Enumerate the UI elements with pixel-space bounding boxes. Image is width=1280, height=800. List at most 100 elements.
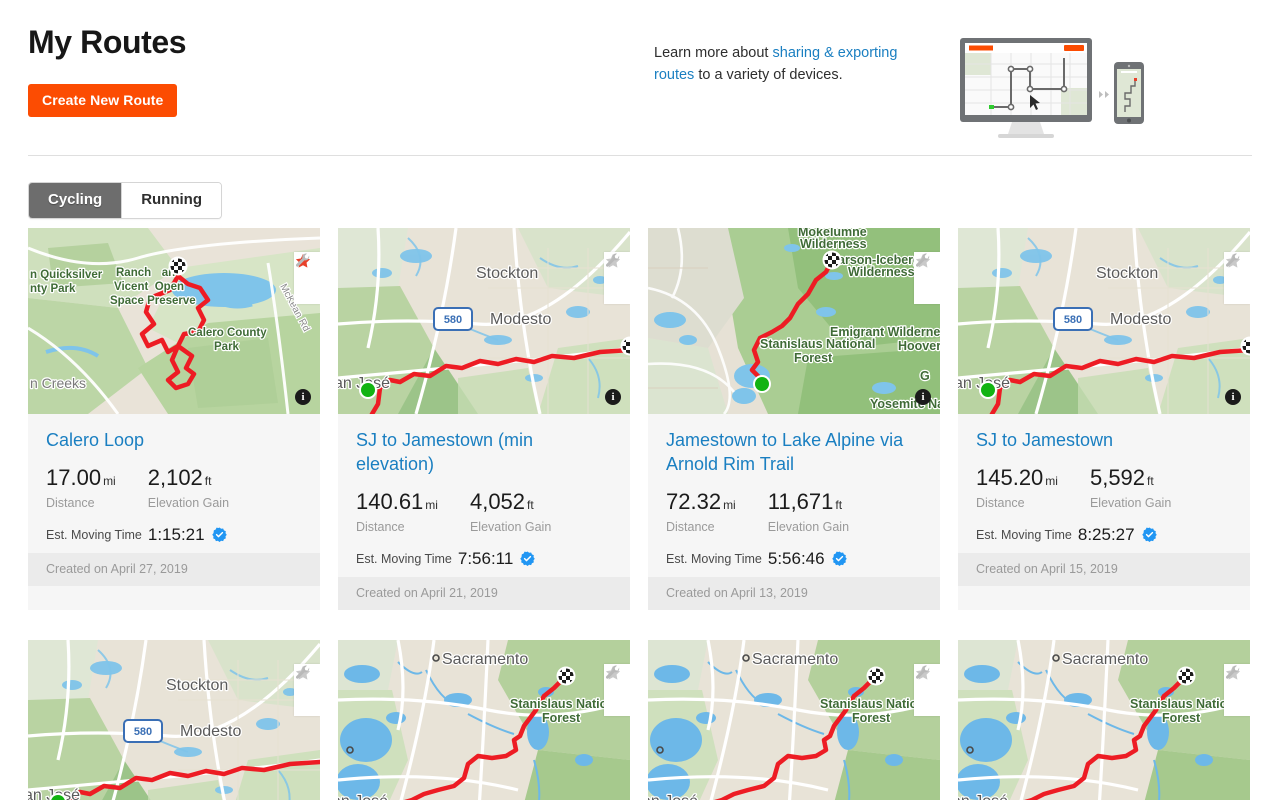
tab-running[interactable]: Running	[121, 183, 222, 218]
route-map-thumbnail[interactable]: Mokelumne Wilderness arson-Iceberg Wilderne…	[648, 228, 940, 414]
wrench-icon[interactable]	[1225, 253, 1246, 300]
route-map-thumbnail[interactable]: SacramentoStanislaus NationaForestan Jos…	[958, 640, 1250, 800]
verified-badge-icon	[1141, 527, 1157, 542]
map-actions	[1224, 252, 1250, 304]
stat-distance: 140.61 mi Distance	[356, 489, 438, 535]
distance-value: 140.61 mi	[356, 489, 438, 514]
route-created-date: Created on April 27, 2019	[28, 553, 320, 586]
route-card: StocktonModestoan José 580 i SJ to J	[338, 228, 630, 610]
route-map-thumbnail[interactable]: Ranch an Vicent Open Space Preserve n Quick…	[28, 228, 320, 414]
elevation-gain-label: Elevation Gain	[469, 520, 552, 534]
verified-badge-icon	[831, 551, 847, 566]
route-card-body: SJ to Jamestown (min elevation) 140.61 mi…	[338, 414, 630, 577]
elevation-gain-label: Elevation Gain	[767, 520, 850, 534]
est-moving-time: Est. Moving Time 7:56:11	[356, 550, 612, 567]
route-stats: 145.20 mi Distance 5,592 ft Elevation Gain	[976, 465, 1232, 511]
wrench-icon[interactable]	[915, 665, 936, 712]
est-moving-time-label: Est. Moving Time	[46, 527, 142, 542]
map-info-icon[interactable]: i	[1225, 389, 1241, 405]
route-map-thumbnail[interactable]: SacramentoStanislaus NationaForestan Jos…	[338, 640, 630, 800]
elevation-gain-label: Elevation Gain	[147, 496, 230, 510]
est-moving-time-label: Est. Moving Time	[976, 527, 1072, 542]
map-info-icon[interactable]: i	[605, 389, 621, 405]
route-card: SacramentoStanislaus NationaForestan Jos…	[648, 640, 940, 800]
wrench-icon[interactable]	[1225, 665, 1246, 712]
wrench-icon[interactable]	[605, 253, 626, 300]
route-card-body: SJ to Jamestown 145.20 mi Distance 5,592 f…	[958, 414, 1250, 553]
route-created-date: Created on April 21, 2019	[338, 577, 630, 610]
route-created-date: Created on April 15, 2019	[958, 553, 1250, 586]
est-moving-time-value: 1:15:21	[147, 525, 205, 544]
distance-label: Distance	[976, 496, 1025, 510]
route-name-link[interactable]: Calero Loop	[46, 428, 302, 452]
route-name-link[interactable]: SJ to Jamestown (min elevation)	[356, 428, 612, 476]
route-stats: 17.00 mi Distance 2,102 ft Elevation Gain	[46, 465, 302, 511]
activity-type-tabs: Cycling Running	[28, 182, 223, 219]
distance-label: Distance	[666, 520, 715, 534]
stat-elevation-gain: 4,052 ft Elevation Gain	[469, 489, 552, 535]
est-moving-time-value: 5:56:46	[767, 549, 825, 568]
est-moving-time: Est. Moving Time 5:56:46	[666, 550, 922, 567]
elevation-gain-label: Elevation Gain	[1089, 496, 1172, 510]
page-title: My Routes	[28, 24, 187, 60]
route-stats: 72.32 mi Distance 11,671 ft Elevation Gain	[666, 489, 922, 535]
est-moving-time: Est. Moving Time 1:15:21	[46, 526, 302, 543]
distance-label: Distance	[356, 520, 405, 534]
route-map-thumbnail[interactable]: SacramentoStanislaus NationaForestan Jos…	[648, 640, 940, 800]
stat-elevation-gain: 5,592 ft Elevation Gain	[1089, 465, 1172, 511]
routes-grid: Ranch an Vicent Open Space Preserve n Quick…	[28, 228, 1252, 800]
map-actions	[604, 252, 630, 304]
distance-value: 145.20 mi	[976, 465, 1058, 490]
route-name-link[interactable]: SJ to Jamestown	[976, 428, 1232, 452]
create-new-route-button[interactable]: Create New Route	[28, 84, 178, 117]
verified-badge-icon	[520, 551, 536, 566]
map-actions	[604, 664, 630, 716]
map-info-icon[interactable]: i	[915, 389, 931, 405]
route-map-thumbnail[interactable]: StocktonModestoan José 580 i	[28, 640, 320, 800]
learn-more-prefix: Learn more about	[654, 45, 773, 61]
stat-distance: 145.20 mi Distance	[976, 465, 1058, 511]
stat-distance: 17.00 mi Distance	[46, 465, 116, 511]
elevation-value: 2,102 ft	[147, 465, 212, 490]
wrench-icon[interactable]	[295, 665, 316, 712]
wrench-icon[interactable]	[295, 253, 316, 300]
stat-distance: 72.32 mi Distance	[666, 489, 736, 535]
map-actions	[294, 252, 320, 304]
est-moving-time-label: Est. Moving Time	[666, 551, 762, 566]
tab-cycling[interactable]: Cycling	[29, 183, 122, 218]
est-moving-time-value: 7:56:11	[457, 549, 514, 568]
route-name-link[interactable]: Jamestown to Lake Alpine via Arnold Rim …	[666, 428, 922, 476]
elevation-value: 5,592 ft	[1089, 465, 1154, 490]
route-sync-illustration	[958, 36, 1158, 142]
route-card: StocktonModestoan José 580 i	[28, 640, 320, 800]
verified-badge-icon	[211, 527, 227, 542]
route-card: Ranch an Vicent Open Space Preserve n Quick…	[28, 228, 320, 610]
distance-label: Distance	[46, 496, 95, 510]
map-actions	[1224, 664, 1250, 716]
stat-elevation-gain: 11,671 ft Elevation Gain	[767, 489, 850, 535]
header-divider	[28, 155, 1252, 156]
route-stats: 140.61 mi Distance 4,052 ft Elevation Gain	[356, 489, 612, 535]
map-actions	[294, 664, 320, 716]
distance-value: 72.32 mi	[666, 489, 736, 514]
wrench-icon[interactable]	[915, 253, 936, 300]
elevation-value: 11,671 ft	[767, 489, 843, 514]
est-moving-time-label: Est. Moving Time	[356, 551, 452, 566]
distance-value: 17.00 mi	[46, 465, 116, 490]
elevation-value: 4,052 ft	[469, 489, 534, 514]
route-card-body: Jamestown to Lake Alpine via Arnold Rim …	[648, 414, 940, 577]
map-info-icon[interactable]: i	[295, 389, 311, 405]
route-card: SacramentoStanislaus NationaForestan Jos…	[338, 640, 630, 800]
route-card: SacramentoStanislaus NationaForestan Jos…	[958, 640, 1250, 800]
route-map-thumbnail[interactable]: StocktonModestoan José 580 i	[958, 228, 1250, 414]
stat-elevation-gain: 2,102 ft Elevation Gain	[147, 465, 230, 511]
learn-more-text: Learn more about sharing & exporting rou…	[654, 42, 904, 86]
wrench-icon[interactable]	[605, 665, 626, 712]
map-actions	[914, 664, 940, 716]
my-routes-page: My Routes Create New Route Learn more ab…	[0, 0, 1280, 800]
page-header: My Routes Create New Route Learn more ab…	[0, 0, 1280, 156]
route-map-thumbnail[interactable]: StocktonModestoan José 580 i	[338, 228, 630, 414]
route-card: Mokelumne Wilderness arson-Iceberg Wilderne…	[648, 228, 940, 610]
route-created-date: Created on April 13, 2019	[648, 577, 940, 610]
route-card: StocktonModestoan José 580 i SJ to J	[958, 228, 1250, 610]
